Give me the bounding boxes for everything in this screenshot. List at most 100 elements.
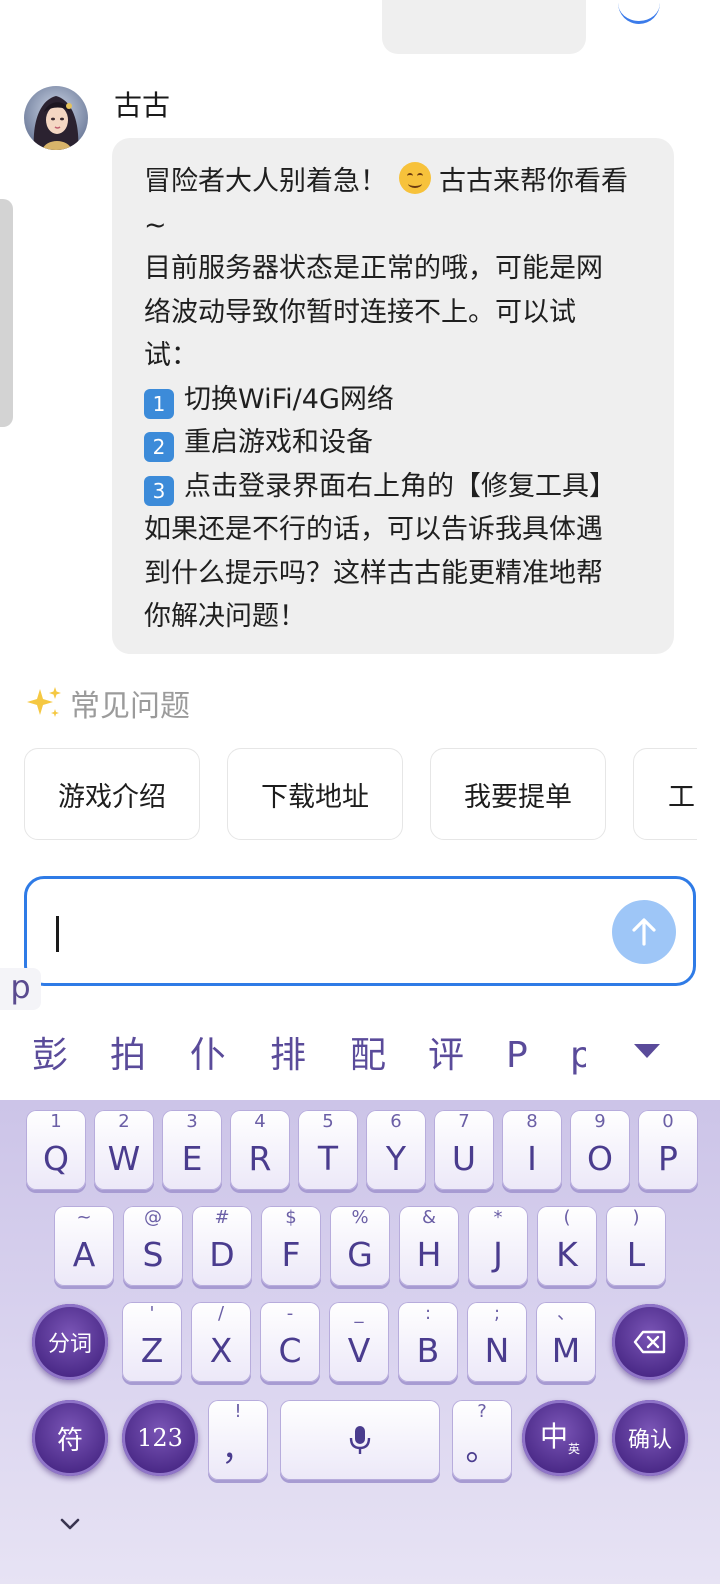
keycap-number-icon: 3 <box>144 475 174 506</box>
letter-key[interactable]: ' Z <box>122 1302 182 1382</box>
previous-message-bubble <box>382 0 586 54</box>
faq-chip-game-intro[interactable]: 游戏介绍 <box>24 748 200 840</box>
faq-chip-more[interactable]: 工… <box>633 748 697 840</box>
language-switch-key[interactable]: 中 英 <box>522 1400 598 1476</box>
key-hint: 8 <box>526 1111 538 1132</box>
key-hint: # <box>214 1207 230 1228</box>
key-label: H <box>416 1235 442 1274</box>
segment-key[interactable]: 分词 <box>32 1304 108 1380</box>
letter-key[interactable]: * J <box>468 1206 528 1286</box>
numeric-key[interactable]: 123 <box>122 1400 198 1476</box>
key-hint: & <box>421 1207 437 1228</box>
letter-key[interactable]: 、 M <box>536 1302 596 1382</box>
letter-key[interactable]: 0P <box>638 1110 698 1190</box>
letter-key[interactable]: / X <box>191 1302 251 1382</box>
assistant-avatar[interactable] <box>24 86 88 150</box>
letter-key[interactable]: 4R <box>230 1110 290 1190</box>
key-label: C <box>278 1331 302 1370</box>
send-button[interactable] <box>612 900 676 964</box>
key-hint: ( <box>563 1207 571 1228</box>
ime-candidate[interactable]: 配 <box>350 1032 386 1080</box>
message-input[interactable] <box>24 876 696 986</box>
message-line: ~ <box>144 209 167 241</box>
key-label: U <box>451 1139 477 1178</box>
letter-key[interactable]: (K <box>537 1206 597 1286</box>
faq-chip-download[interactable]: 下载地址 <box>227 748 403 840</box>
faq-chips: 游戏介绍 下载地址 我要提单 工… <box>24 748 697 844</box>
symbol-key[interactable]: 符 <box>32 1400 108 1476</box>
key-label: W <box>107 1139 141 1178</box>
letter-key[interactable]: _ V <box>329 1302 389 1382</box>
confirm-key[interactable]: 确认 <box>612 1400 688 1476</box>
key-label: I <box>527 1139 537 1178</box>
letter-key[interactable]: % G <box>330 1206 390 1286</box>
key-label: E <box>181 1139 203 1178</box>
message-step-line: 2 重启游戏和设备 <box>144 421 644 465</box>
message-step-line: 1 切换WiFi/4G网络 <box>144 378 644 422</box>
letter-key[interactable]: 8I <box>502 1110 562 1190</box>
letter-key[interactable]: 9O <box>570 1110 630 1190</box>
letter-key[interactable]: # D <box>192 1206 252 1286</box>
key-label: G <box>347 1235 373 1274</box>
triangle-down-icon[interactable] <box>632 1042 662 1060</box>
key-label: A <box>72 1235 96 1274</box>
period-key[interactable]: ? 。 <box>452 1400 512 1480</box>
letter-key[interactable]: 2W <box>94 1110 154 1190</box>
letter-key[interactable]: :B <box>398 1302 458 1382</box>
ime-candidate[interactable]: 拍 <box>110 1032 146 1080</box>
ime-candidate[interactable]: p <box>570 1032 586 1080</box>
key-hint: - <box>286 1303 294 1324</box>
message-line: 试： <box>144 340 198 371</box>
letter-key[interactable]: 5T <box>298 1110 358 1190</box>
sparkles-icon <box>27 687 61 717</box>
message-line: 络波动导致你暂时连接不上。可以试 <box>144 296 576 328</box>
ime-candidate[interactable]: 排 <box>270 1032 306 1080</box>
smiling-face-icon <box>399 162 431 194</box>
key-hint: 0 <box>662 1111 674 1132</box>
side-drawer-handle[interactable] <box>0 199 13 427</box>
letter-key[interactable]: ) L <box>606 1206 666 1286</box>
key-hint: 3 <box>186 1111 198 1132</box>
space-key[interactable] <box>280 1400 440 1480</box>
key-label: R <box>248 1139 272 1178</box>
backspace-key[interactable] <box>612 1304 688 1380</box>
letter-key[interactable]: 6Y <box>366 1110 426 1190</box>
assistant-name: 古古 <box>114 89 171 122</box>
ime-candidate[interactable]: 彭 <box>32 1032 68 1080</box>
key-hint: 4 <box>254 1111 266 1132</box>
key-hint: ' <box>149 1303 155 1324</box>
message-line: 到什么提示吗？这样古古能更精准地帮 <box>144 557 603 589</box>
key-hint: : <box>424 1303 432 1324</box>
ime-candidate[interactable]: P <box>506 1032 528 1080</box>
assistant-message-text: 冒险者大人别着急！ 古古来帮你看看 ~ 目前服务器状态是正常的哦，可能是网 络波动… <box>144 160 644 639</box>
ime-candidate[interactable]: 仆 <box>190 1032 226 1080</box>
letter-key[interactable]: $ F <box>261 1206 321 1286</box>
key-hint: 2 <box>118 1111 130 1132</box>
faq-chip-submit-ticket[interactable]: 我要提单 <box>430 748 606 840</box>
key-hint: % <box>351 1207 369 1228</box>
ime-composing-text: p <box>0 968 41 1010</box>
comma-key[interactable]: ! ， <box>208 1400 268 1480</box>
key-hint: 、 <box>557 1303 575 1324</box>
key-label: J <box>493 1235 503 1274</box>
key-hint: 1 <box>50 1111 62 1132</box>
message-line: 冒险者大人别着急！ 古古来帮你看看 <box>144 160 644 204</box>
letter-key[interactable]: ~ A <box>54 1206 114 1286</box>
letter-key[interactable]: ; N <box>467 1302 527 1382</box>
ime-candidate[interactable]: 评 <box>428 1032 464 1080</box>
letter-key[interactable]: -C <box>260 1302 320 1382</box>
keycap-number-icon: 1 <box>144 388 174 419</box>
message-line: 目前服务器状态是正常的哦，可能是网 <box>144 253 603 284</box>
key-hint: 7 <box>458 1111 470 1132</box>
chevron-down-icon[interactable] <box>56 1514 84 1534</box>
letter-key[interactable]: 1Q <box>26 1110 86 1190</box>
letter-key[interactable]: @ S <box>123 1206 183 1286</box>
letter-key[interactable]: 7U <box>434 1110 494 1190</box>
key-label: N <box>484 1331 510 1370</box>
key-hint: _ <box>354 1303 364 1324</box>
letter-key[interactable]: & H <box>399 1206 459 1286</box>
user-avatar-edge <box>618 0 660 24</box>
letter-key[interactable]: 3E <box>162 1110 222 1190</box>
message-line: 你解决问题！ <box>144 601 306 632</box>
key-label: L <box>626 1235 646 1274</box>
